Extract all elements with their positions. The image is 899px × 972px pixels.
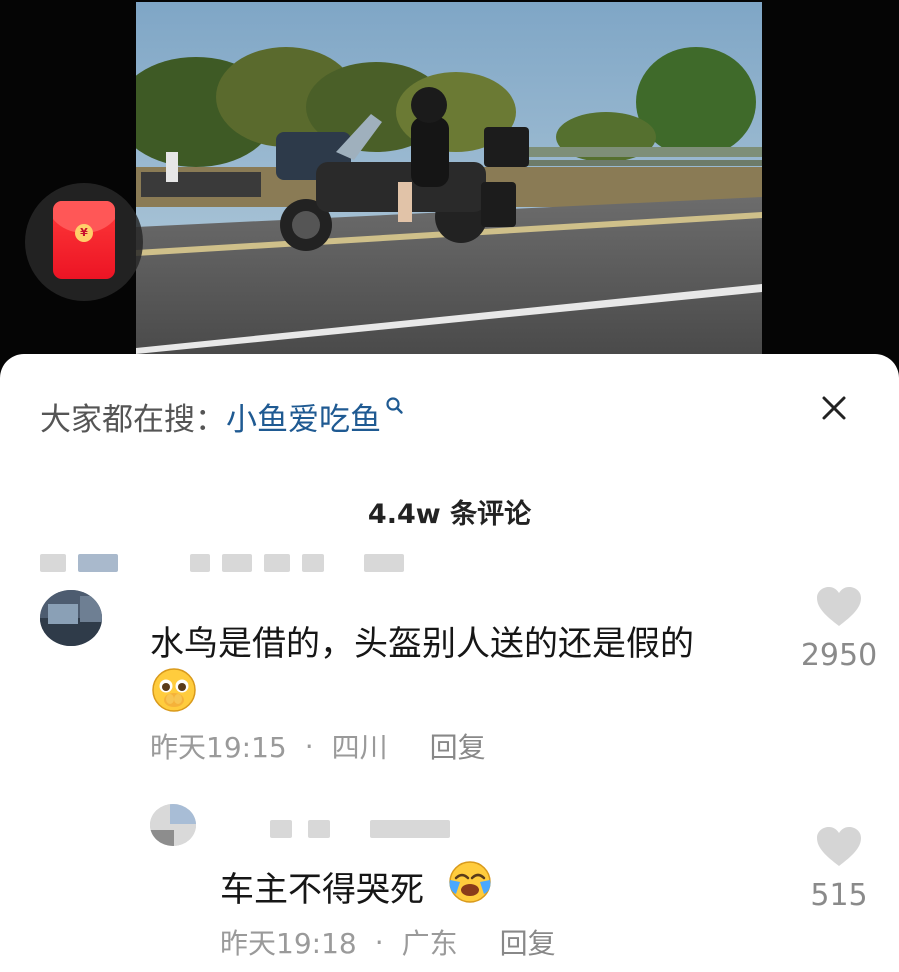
meta-separator: ·: [374, 925, 384, 959]
comment-count-title: 4.4w 条评论: [367, 499, 532, 530]
red-packet-icon[interactable]: ¥: [53, 201, 115, 279]
comment-sheet: 大家都在搜： 小鱼爱吃鱼 4.4w 条评论 水鸟是借的，头盔别人送的还是假的 昨…: [0, 354, 899, 972]
avatar[interactable]: [150, 804, 196, 846]
trending-search-banner[interactable]: 大家都在搜： 小鱼爱吃鱼: [40, 394, 407, 438]
pleading-face-emoji: [152, 668, 196, 712]
search-icon[interactable]: [383, 394, 407, 418]
reply-button[interactable]: 回复: [500, 922, 556, 962]
like-button[interactable]: 515: [789, 826, 889, 913]
comment-meta: 昨天19:15 · 四川 回复: [150, 726, 486, 766]
comment-text: 水鸟是借的，头盔别人送的还是假的: [150, 616, 694, 665]
crying-face-emoji: [449, 861, 491, 903]
video-player-area[interactable]: ¥: [0, 0, 899, 380]
heart-icon[interactable]: [816, 586, 862, 628]
username-blurred[interactable]: [270, 820, 450, 838]
comment-meta: 昨天19:18 · 广东 回复: [220, 922, 556, 962]
heart-icon[interactable]: [816, 826, 862, 868]
comment-text: 车主不得哭死: [220, 862, 424, 911]
comment-time: 昨天19:18: [220, 927, 357, 960]
comment-location: 广东: [401, 927, 458, 960]
comment-location: 四川: [331, 731, 388, 764]
trending-search-term[interactable]: 小鱼爱吃鱼: [226, 394, 381, 439]
like-count: 2950: [800, 638, 878, 673]
like-count: 515: [810, 878, 868, 913]
comment-body: 水鸟是借的，头盔别人送的还是假的: [150, 624, 694, 664]
close-icon[interactable]: [818, 392, 850, 424]
reply-button[interactable]: 回复: [430, 726, 486, 766]
like-button[interactable]: 2950: [789, 586, 889, 673]
comment-time: 昨天19:15: [150, 731, 287, 764]
username-blurred[interactable]: [40, 554, 404, 572]
comment-body: 车主不得哭死: [220, 870, 424, 910]
avatar[interactable]: [40, 590, 102, 646]
meta-separator: ·: [304, 729, 314, 763]
trending-search-prefix: 大家都在搜：: [40, 401, 226, 438]
red-packet-widget[interactable]: ¥: [25, 183, 143, 301]
video-frame[interactable]: [136, 2, 762, 354]
video-scene-image: [136, 2, 762, 354]
